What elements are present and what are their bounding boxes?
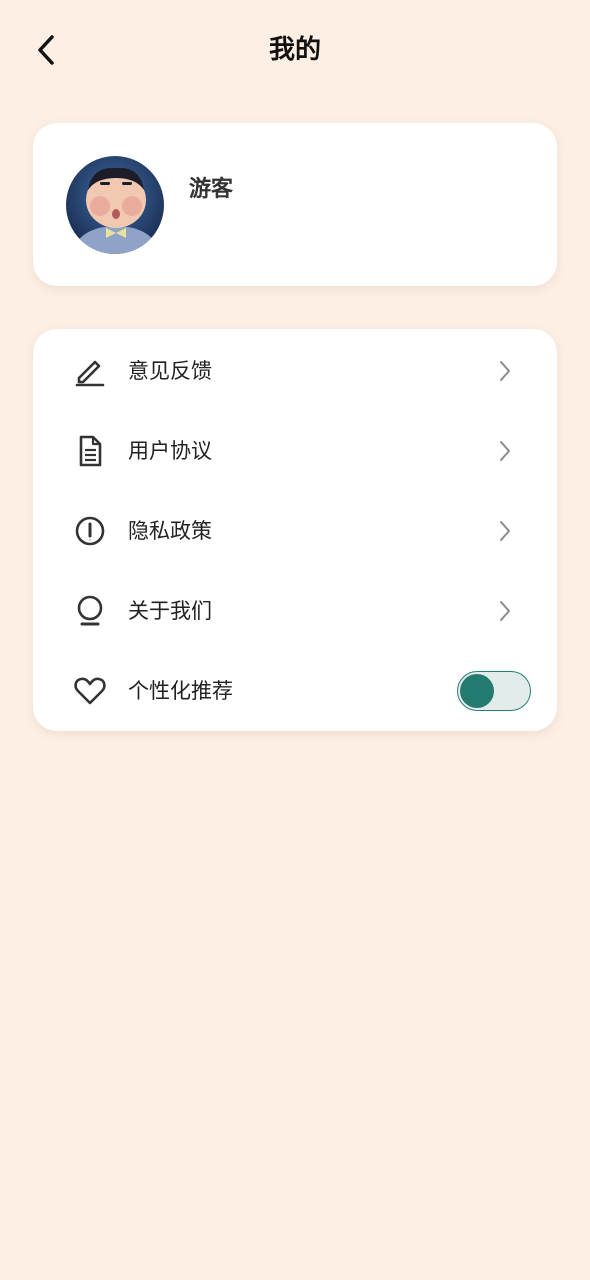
chevron-right-icon [495, 436, 515, 466]
page-title: 我的 [268, 35, 321, 65]
username: 游客 [189, 177, 234, 202]
header: 我的 [0, 0, 590, 100]
heart-icon [73, 674, 107, 708]
personalized-recommendation-toggle[interactable] [457, 671, 531, 711]
menu-item-label: 用户协议 [128, 439, 212, 463]
chevron-right-icon [495, 356, 515, 386]
profile-card[interactable]: 游客 [33, 123, 557, 286]
menu-item-user-agreement[interactable]: 用户协议 [33, 411, 557, 491]
about-icon [73, 594, 107, 628]
menu-item-label: 个性化推荐 [128, 679, 233, 703]
document-icon [73, 434, 107, 468]
menu-item-label: 隐私政策 [128, 519, 212, 543]
menu-item-label: 意见反馈 [128, 359, 212, 383]
avatar[interactable] [66, 156, 164, 254]
menu-item-privacy-policy[interactable]: 隐私政策 [33, 491, 557, 571]
menu-item-personalized-recommendation: 个性化推荐 [33, 651, 557, 731]
chevron-right-icon [495, 596, 515, 626]
info-circle-icon [73, 514, 107, 548]
pen-icon [73, 354, 107, 388]
cartoon-boy-avatar [66, 156, 164, 254]
settings-menu: 意见反馈 用户协议 隐私政策 关于我们 个性化推荐 [33, 329, 557, 731]
toggle-knob [460, 674, 494, 708]
menu-item-about-us[interactable]: 关于我们 [33, 571, 557, 651]
menu-item-feedback[interactable]: 意见反馈 [33, 331, 557, 411]
chevron-right-icon [495, 516, 515, 546]
menu-item-label: 关于我们 [128, 599, 212, 623]
